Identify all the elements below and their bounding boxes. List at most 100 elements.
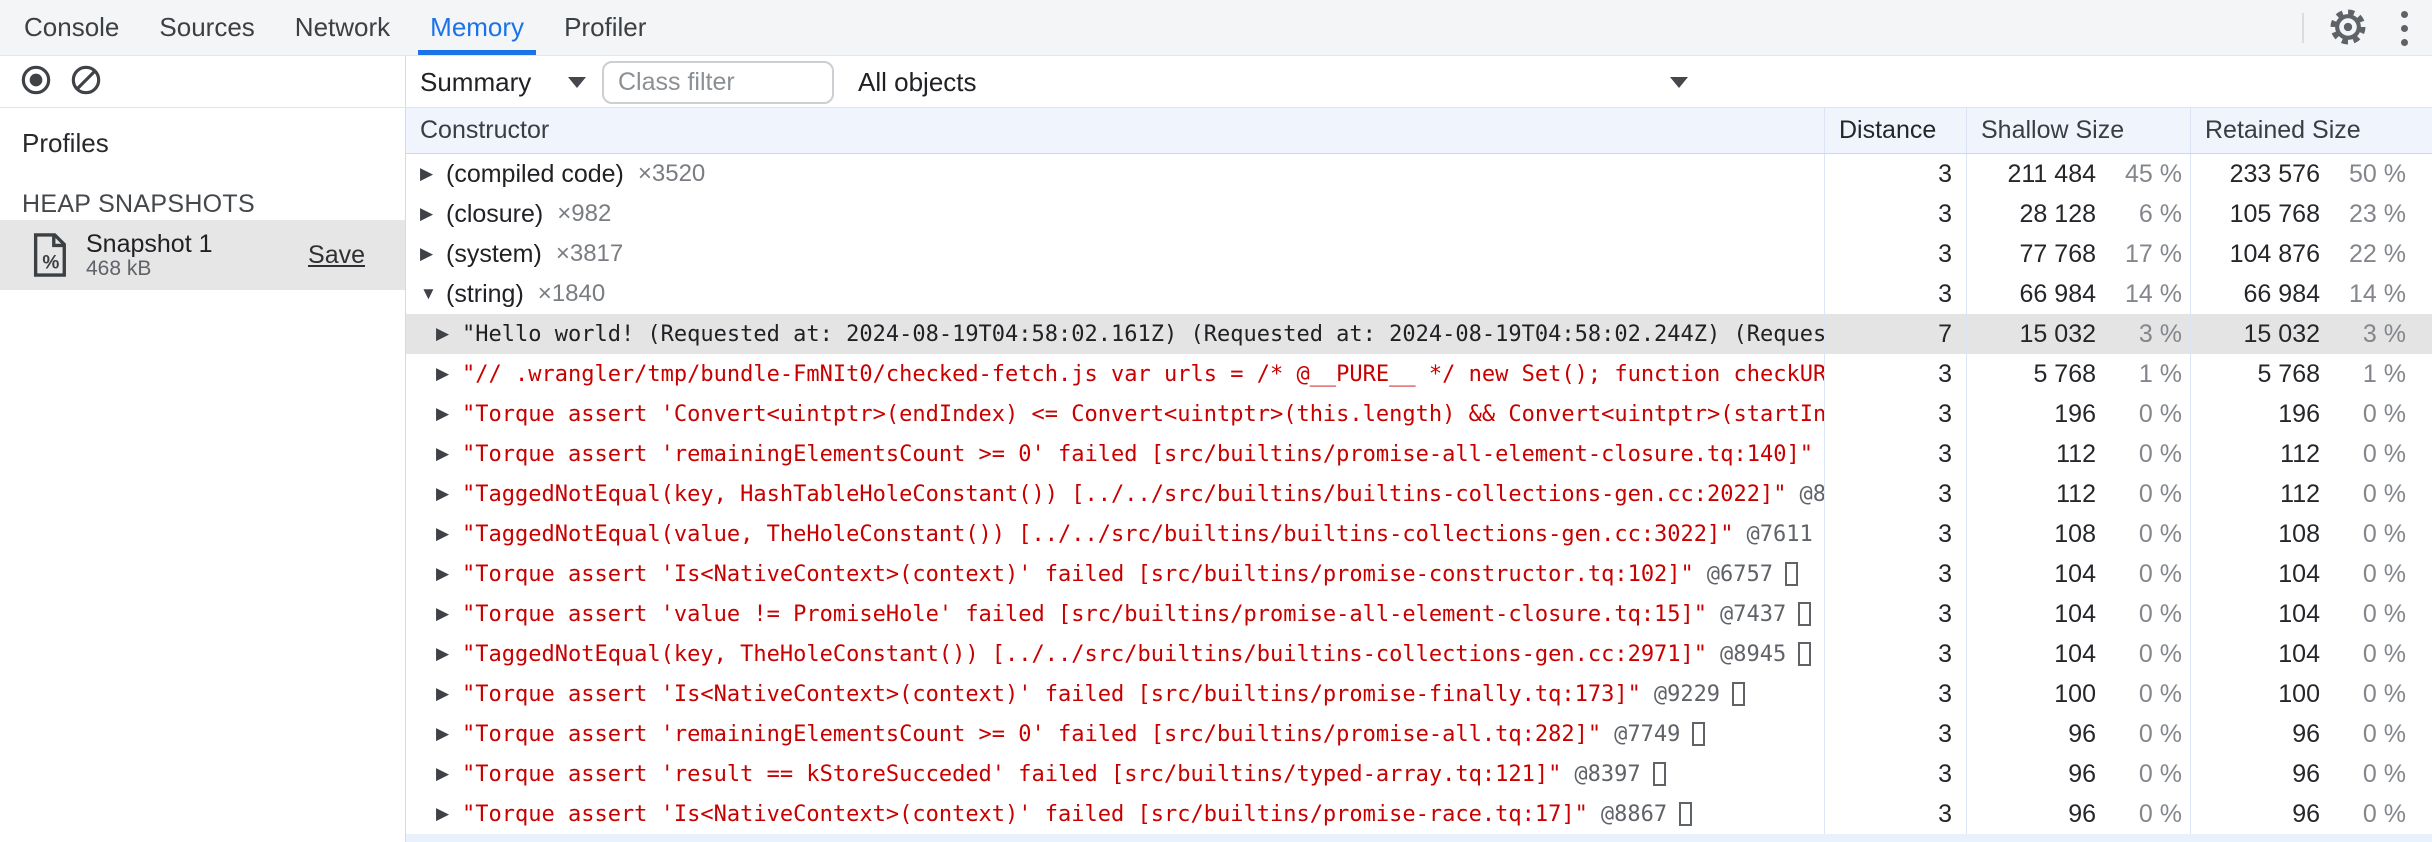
- expand-arrow-icon[interactable]: ▶: [436, 404, 462, 424]
- tab-console[interactable]: Console: [4, 0, 139, 55]
- constructor-cell: ▶ "Torque assert 'result == kStoreSuccede…: [406, 754, 1824, 794]
- constructor-cell: ▶ "Torque assert 'value != PromiseHole' f…: [406, 594, 1824, 634]
- size-value: 104 876: [2229, 239, 2320, 268]
- column-header-shallow-size[interactable]: Shallow Size: [1966, 108, 2190, 153]
- expand-arrow-icon[interactable]: ▶: [436, 684, 462, 704]
- heap-string-row[interactable]: ▶ "Torque assert 'Is<NativeContext>(conte…: [406, 794, 2432, 834]
- tab-sources[interactable]: Sources: [139, 0, 274, 55]
- expand-arrow-icon[interactable]: ▶: [436, 484, 462, 504]
- tab-profiler[interactable]: Profiler: [544, 0, 666, 55]
- constructor-cell: ▶ "TaggedNotEqual(value, TheHoleConstant(…: [406, 514, 1824, 554]
- heap-string-row[interactable]: ▶ "Hello world! (Requested at: 2024-08-19…: [406, 314, 2432, 354]
- kebab-menu-icon: [2400, 10, 2408, 46]
- expand-arrow-icon[interactable]: ▶: [436, 324, 462, 344]
- size-percent: 6 %: [2138, 199, 2182, 228]
- size-percent: 1 %: [2138, 359, 2182, 388]
- size-percent: 0 %: [2362, 519, 2406, 548]
- shallow-size-cell: 112 0 %: [1966, 434, 2190, 474]
- heap-string-row[interactable]: ▶ "// .wrangler/tmp/bundle-FmNIt0/checked…: [406, 354, 2432, 394]
- heap-snapshots-section-title: HEAP SNAPSHOTS: [22, 190, 255, 218]
- distance-cell: 3: [1824, 794, 1966, 834]
- class-filter-input[interactable]: [602, 61, 834, 104]
- clear-all-profiles-button[interactable]: [64, 60, 108, 104]
- expand-arrow-icon[interactable]: ▶: [436, 364, 462, 384]
- expand-arrow-icon[interactable]: ▶: [436, 604, 462, 624]
- column-header-retained-size[interactable]: Retained Size: [2190, 108, 2432, 153]
- heap-category-row[interactable]: ▶ (compiled code) ×3520 3 211 484 45 % 233 576…: [406, 154, 2432, 194]
- distance-cell: 3: [1824, 754, 1966, 794]
- distance-cell: 3: [1824, 194, 1966, 234]
- retained-size-cell: 112 0 %: [2190, 434, 2432, 474]
- size-percent: 0 %: [2138, 759, 2182, 788]
- distance-cell: 3: [1824, 474, 1966, 514]
- tab-network[interactable]: Network: [275, 0, 410, 55]
- missing-glyph-box: [1652, 762, 1666, 786]
- shallow-size-cell: 104 0 %: [1966, 634, 2190, 674]
- expand-arrow-icon[interactable]: ▶: [436, 444, 462, 464]
- expand-arrow-icon[interactable]: ▶: [436, 724, 462, 744]
- heap-string-row[interactable]: ▶ "Torque assert 'remainingElementsCount …: [406, 434, 2432, 474]
- panel-content: Profiles HEAP SNAPSHOTS % Snapshot 1 468…: [0, 108, 2432, 842]
- grid-toolbar: Summary All objects: [406, 56, 2432, 107]
- heap-string-row[interactable]: ▶ "Torque assert 'Is<NativeContext>(conte…: [406, 674, 2432, 714]
- size-percent: 0 %: [2138, 439, 2182, 468]
- size-percent: 0 %: [2138, 599, 2182, 628]
- size-value: 104: [2278, 599, 2320, 628]
- heap-string-row[interactable]: ▶ "Torque assert 'value != PromiseHole' f…: [406, 594, 2432, 634]
- expand-arrow-icon[interactable]: ▶: [436, 644, 462, 664]
- settings-button[interactable]: [2320, 0, 2376, 56]
- retained-size-cell: 104 0 %: [2190, 554, 2432, 594]
- constructor-name: "Torque assert 'result == kStoreSucceded…: [462, 761, 1562, 787]
- expand-arrow-icon[interactable]: ▶: [436, 764, 462, 784]
- heap-string-row[interactable]: ▶ "Torque assert 'result == kStoreSuccede…: [406, 754, 2432, 794]
- expand-arrow-icon[interactable]: ▶: [436, 564, 462, 584]
- heap-string-row[interactable]: ▶ "Torque assert 'Is<NativeContext>(conte…: [406, 554, 2432, 594]
- size-percent: 14 %: [2125, 279, 2182, 308]
- heap-category-row[interactable]: ▼ (string) ×1840 3 66 984 14 % 66 984 14 %: [406, 274, 2432, 314]
- collapse-arrow-icon[interactable]: ▼: [420, 284, 446, 304]
- snapshot-name: Snapshot 1: [86, 230, 213, 258]
- expand-arrow-icon[interactable]: ▶: [420, 244, 446, 264]
- take-heap-snapshot-button[interactable]: [14, 60, 58, 104]
- column-header-constructor[interactable]: Constructor: [406, 108, 1824, 153]
- missing-glyph-box: [1798, 602, 1812, 626]
- expand-arrow-icon[interactable]: ▶: [436, 804, 462, 824]
- heap-category-row[interactable]: ▶ (system) ×3817 3 77 768 17 % 104 876 22 %: [406, 234, 2432, 274]
- chevron-down-icon: [1670, 76, 1688, 88]
- base-snapshot-select[interactable]: All objects: [858, 56, 1688, 108]
- perspective-select-value: Summary: [420, 66, 532, 97]
- size-value: 104: [2054, 559, 2096, 588]
- size-value: 66 984: [2019, 279, 2096, 308]
- size-value: 233 576: [2229, 159, 2320, 188]
- constructor-name: (compiled code): [446, 159, 624, 188]
- size-percent: 0 %: [2138, 399, 2182, 428]
- size-value: 96: [2292, 759, 2320, 788]
- chevron-down-icon: [568, 76, 586, 88]
- heap-string-row[interactable]: ▶ "Torque assert 'Convert<uintptr>(endInd…: [406, 394, 2432, 434]
- snapshot-item[interactable]: % Snapshot 1 468 kB Save: [0, 220, 405, 290]
- heap-category-row[interactable]: ▶ (closure) ×982 3 28 128 6 % 105 768 23 %: [406, 194, 2432, 234]
- object-id: @9229: [1653, 681, 1721, 707]
- size-percent: 50 %: [2349, 159, 2406, 188]
- object-id: @7437: [1720, 601, 1787, 627]
- heap-string-row[interactable]: ▶ "TaggedNotEqual(key, TheHoleConstant())…: [406, 634, 2432, 674]
- size-value: 108: [2278, 519, 2320, 548]
- size-percent: 0 %: [2138, 559, 2182, 588]
- profiles-sidebar: Profiles HEAP SNAPSHOTS % Snapshot 1 468…: [0, 108, 406, 842]
- column-header-distance[interactable]: Distance: [1824, 108, 1966, 153]
- heap-string-row[interactable]: ▶ "Torque assert 'remainingElementsCount …: [406, 714, 2432, 754]
- expand-arrow-icon[interactable]: ▶: [420, 204, 446, 224]
- missing-glyph-box: [1679, 802, 1693, 826]
- more-options-button[interactable]: [2376, 0, 2432, 56]
- save-snapshot-link[interactable]: Save: [308, 241, 365, 270]
- tab-memory[interactable]: Memory: [410, 0, 544, 55]
- shallow-size-cell: 77 768 17 %: [1966, 234, 2190, 274]
- heap-string-row[interactable]: ▶ "TaggedNotEqual(key, HashTableHoleConst…: [406, 474, 2432, 514]
- size-percent: 1 %: [2362, 359, 2406, 388]
- size-percent: 22 %: [2349, 239, 2406, 268]
- perspective-select[interactable]: Summary: [420, 56, 600, 108]
- expand-arrow-icon[interactable]: ▶: [420, 164, 446, 184]
- constructor-name: (system): [446, 239, 542, 268]
- expand-arrow-icon[interactable]: ▶: [436, 524, 462, 544]
- heap-string-row[interactable]: ▶ "TaggedNotEqual(value, TheHoleConstant(…: [406, 514, 2432, 554]
